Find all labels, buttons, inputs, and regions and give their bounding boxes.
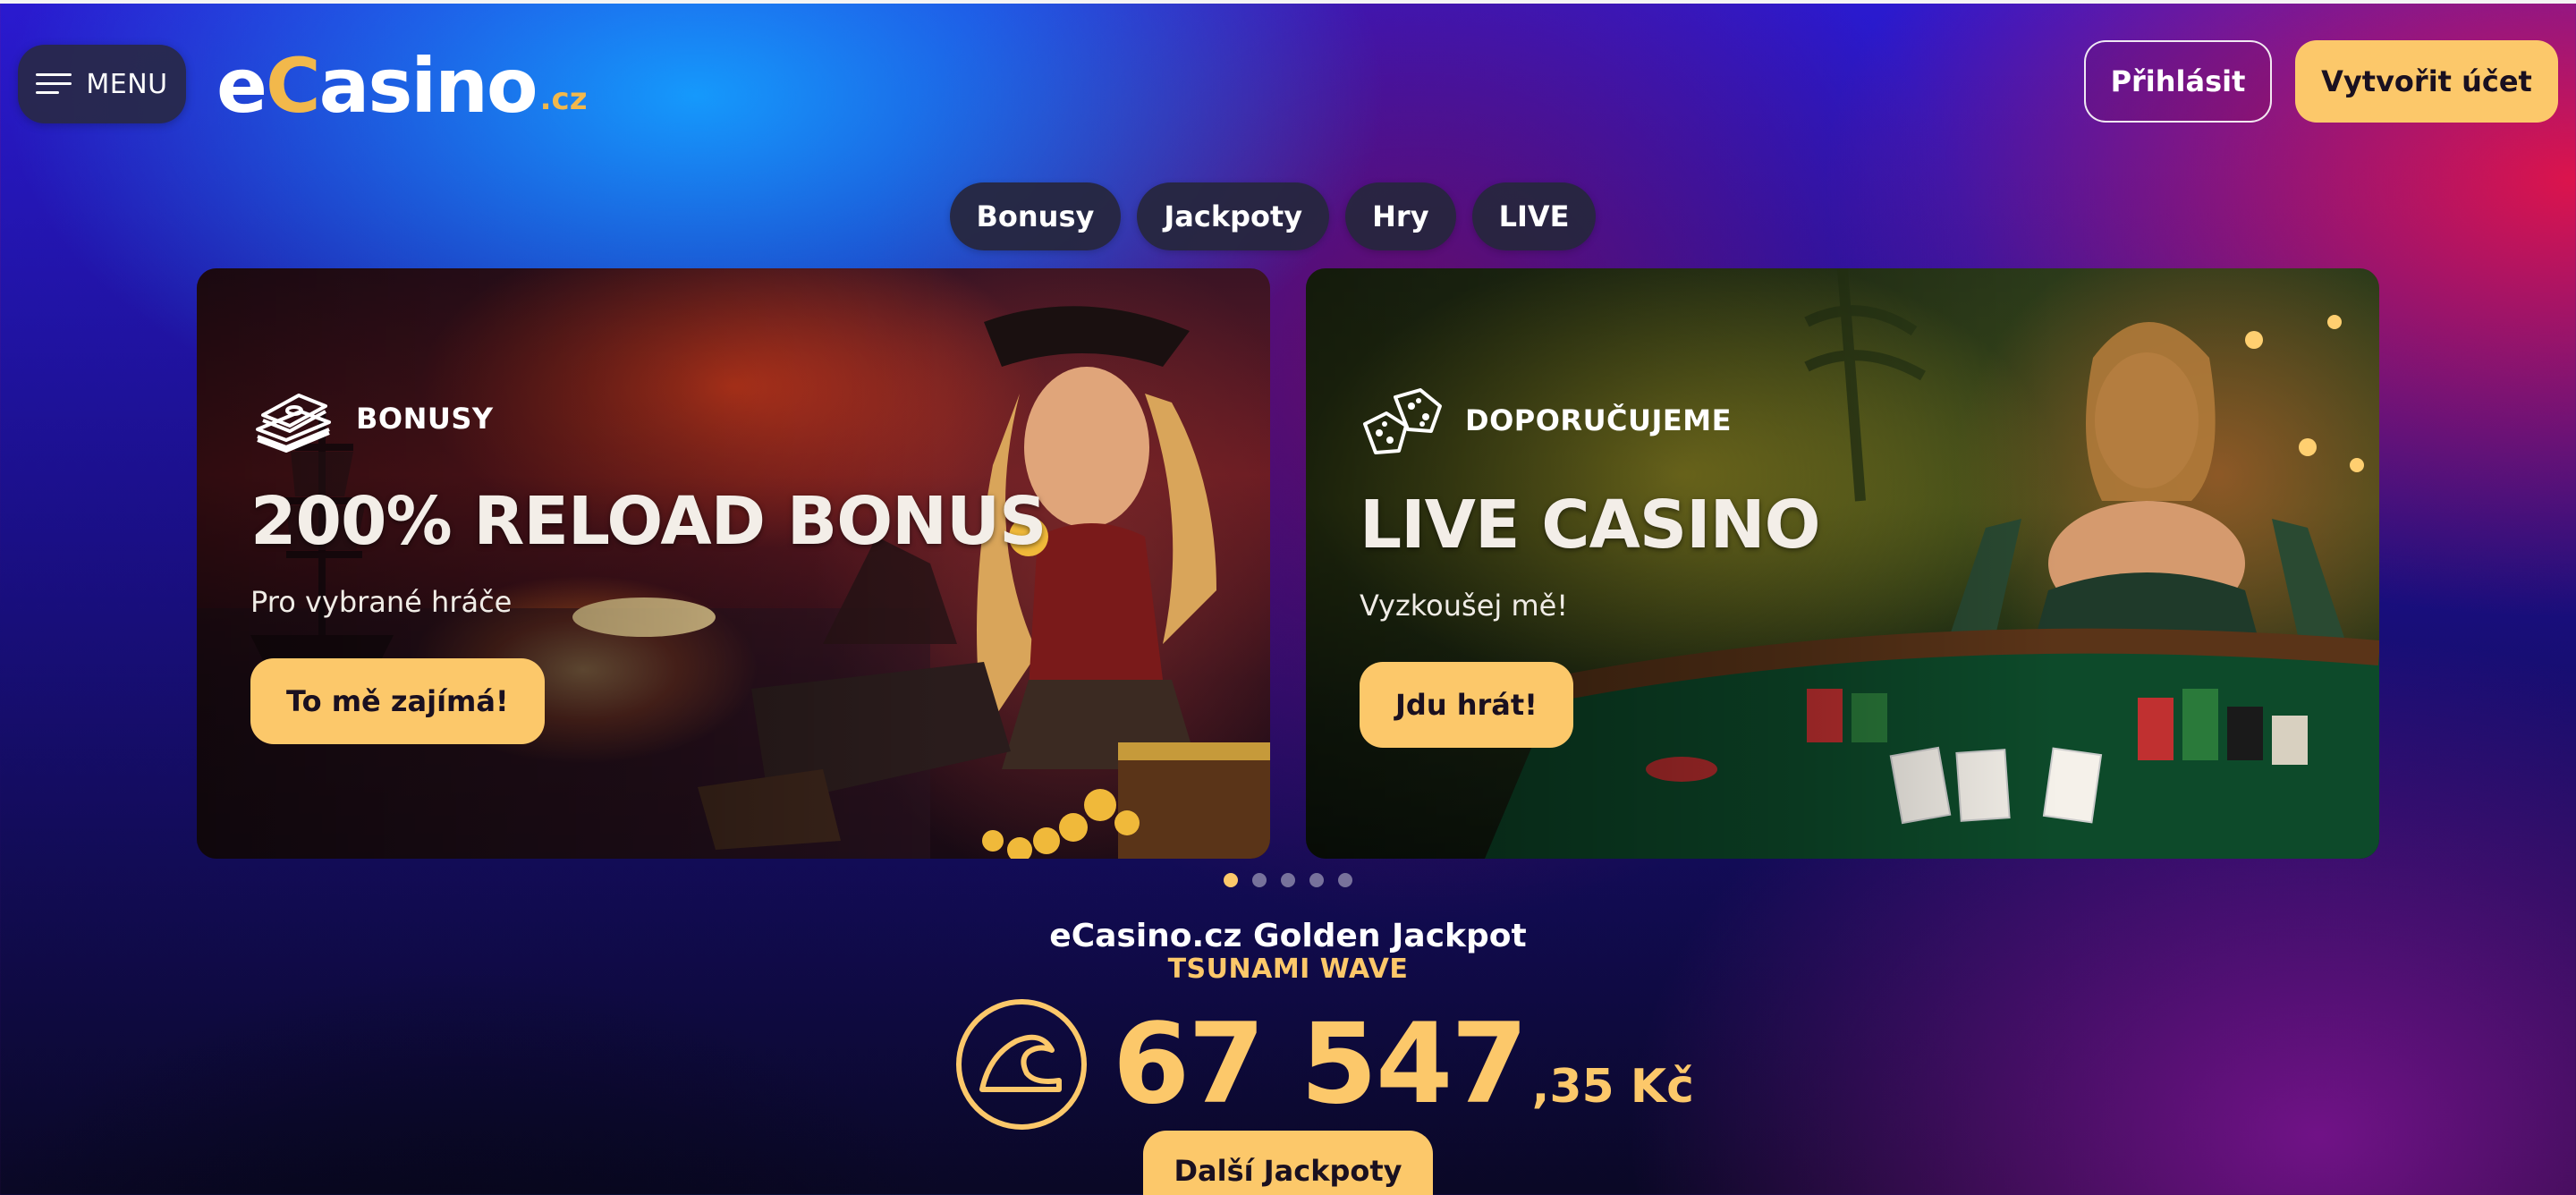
carousel-dot[interactable]	[1338, 873, 1352, 887]
category-chip-bonusy[interactable]: Bonusy	[949, 182, 1122, 250]
menu-button[interactable]: MENU	[18, 45, 186, 123]
logo-rest: asino	[318, 42, 538, 130]
carousel-dot[interactable]	[1309, 873, 1324, 887]
carousel-dot[interactable]	[1252, 873, 1267, 887]
register-button[interactable]: Vytvořit účet	[2295, 40, 2558, 123]
menu-label: MENU	[86, 68, 168, 100]
top-border	[0, 0, 2576, 4]
promo-banner-bonus[interactable]: BONUSY 200% RELOAD BONUS Pro vybrané hrá…	[197, 268, 1270, 859]
dice-icon	[1363, 388, 1442, 454]
jackpot-amount-main: 67 547	[1113, 1000, 1529, 1129]
category-chip-jackpoty[interactable]: Jackpoty	[1137, 182, 1330, 250]
logo-prefix: e	[216, 42, 267, 130]
banner-tag: BONUSY	[250, 385, 1046, 453]
banner-tag-label: DOPORUČUJEME	[1465, 403, 1732, 437]
carousel-dot[interactable]	[1281, 873, 1295, 887]
login-button[interactable]: Přihlásit	[2084, 40, 2272, 123]
hamburger-icon	[36, 73, 72, 95]
jackpot-amount: 67 547 ,35 Kč	[1113, 1000, 1694, 1129]
logo-tld: .cz	[539, 81, 588, 117]
carousel-dot[interactable]	[1224, 873, 1238, 887]
category-chip-hry[interactable]: Hry	[1345, 182, 1456, 250]
wave-coin-icon	[956, 999, 1087, 1130]
bonus-cta-button[interactable]: To mě zajímá!	[250, 658, 545, 744]
jackpot-amount-row: 67 547 ,35 Kč	[953, 993, 1694, 1136]
carousel-pagination	[0, 873, 2576, 887]
logo-accent-letter: C	[265, 42, 321, 130]
category-chip-live[interactable]: LIVE	[1471, 182, 1597, 250]
banner-subtitle: Vyzkoušej mě!	[1360, 589, 1569, 623]
jackpot-title: eCasino.cz Golden Jackpot	[1049, 918, 1527, 954]
jackpot-subtitle: TSUNAMI WAVE	[1167, 953, 1409, 985]
live-casino-cta-button[interactable]: Jdu hrát!	[1360, 662, 1573, 748]
ecasino-logo[interactable]: e Casino .cz	[216, 43, 587, 123]
money-stack-icon	[256, 394, 331, 453]
banner-subtitle: Pro vybrané hráče	[250, 585, 513, 619]
banner-tag-label: BONUSY	[356, 402, 494, 436]
jackpot-amount-cents: ,35 Kč	[1531, 1060, 1694, 1114]
banner-title: 200% RELOAD BONUS	[250, 483, 1046, 560]
banner-title: LIVE CASINO	[1360, 487, 1821, 564]
more-jackpots-button[interactable]: Další Jackpoty	[1143, 1131, 1433, 1195]
banner-tag: DOPORUČUJEME	[1360, 385, 1820, 456]
promo-banner-live-casino[interactable]: DOPORUČUJEME LIVE CASINO Vyzkoušej mě! J…	[1306, 268, 2379, 859]
category-nav: Bonusy Jackpoty Hry LIVE	[0, 182, 2576, 250]
